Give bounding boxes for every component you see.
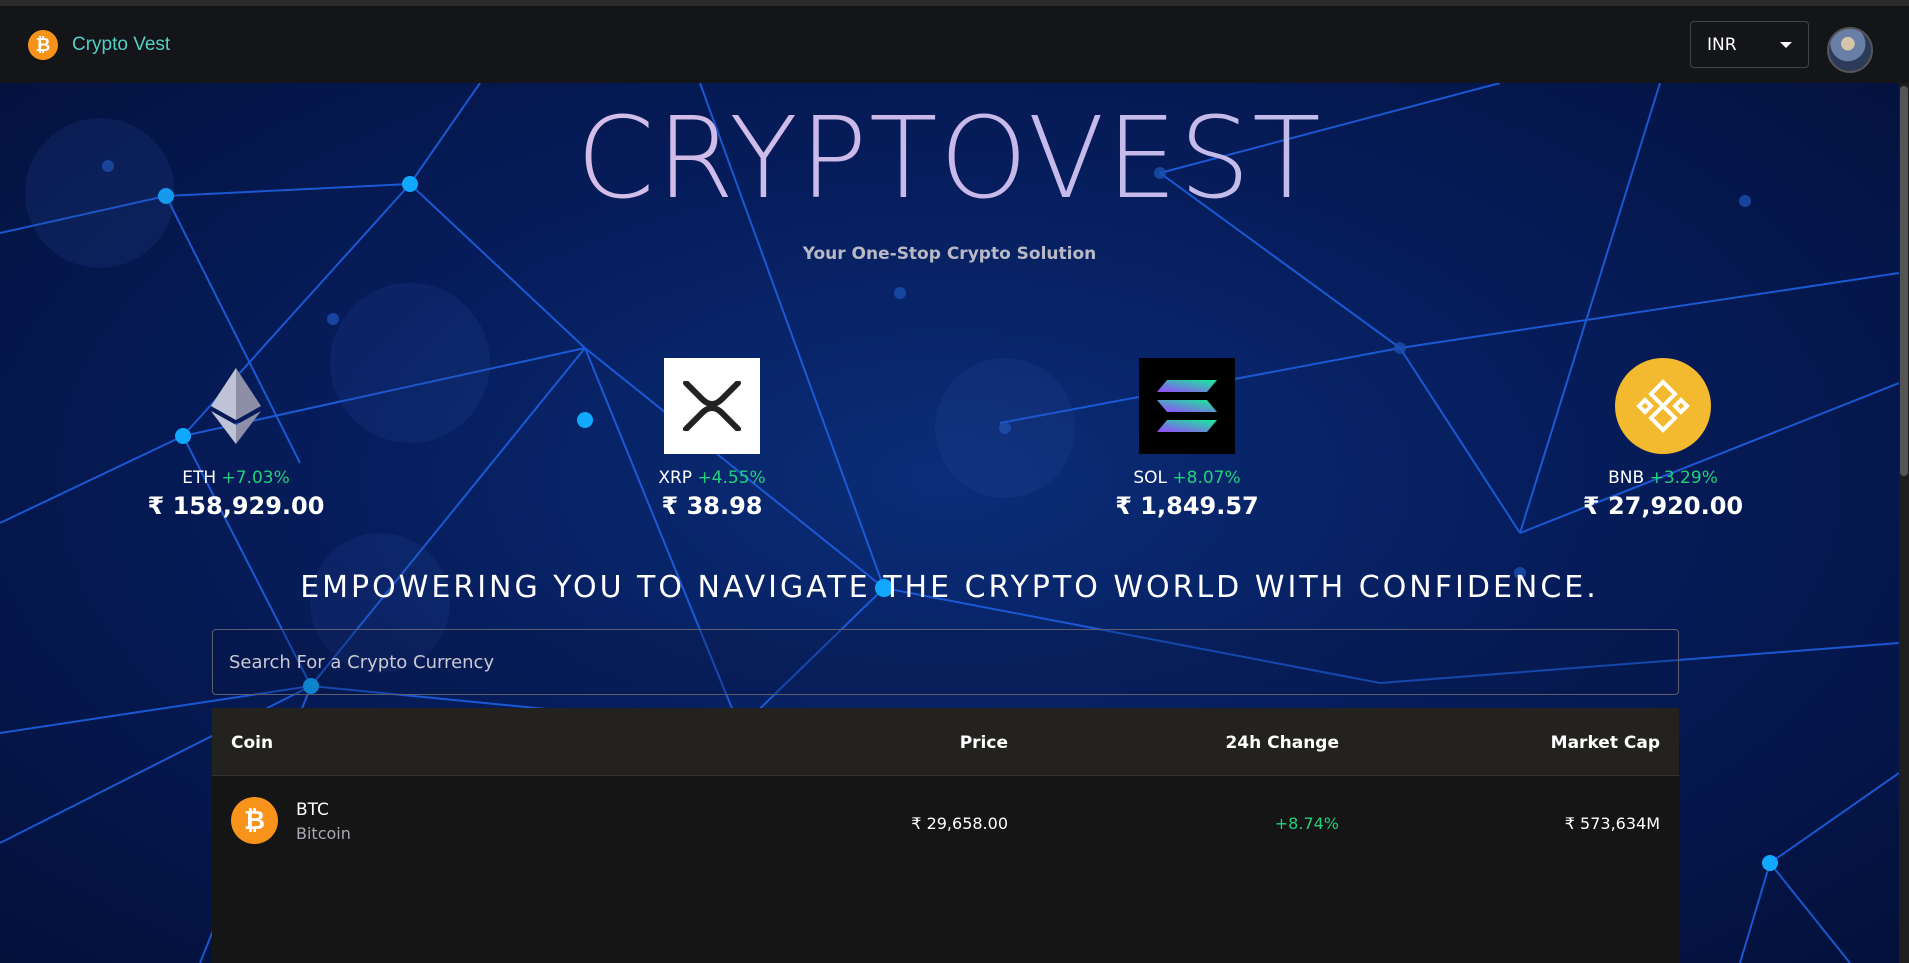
bnb-icon bbox=[1615, 358, 1711, 454]
currency-value: INR bbox=[1707, 34, 1737, 55]
user-avatar[interactable] bbox=[1827, 27, 1873, 73]
brand[interactable]: ₿ Crypto Vest bbox=[28, 30, 170, 60]
hero-subtitle: Your One-Stop Crypto Solution bbox=[802, 244, 1097, 264]
row-price: ₹ 29,658.00 bbox=[911, 814, 1008, 833]
coin-change: +4.55% bbox=[697, 468, 766, 488]
row-name: Bitcoin bbox=[296, 824, 351, 843]
coin-change: +3.29% bbox=[1649, 468, 1718, 488]
bitcoin-icon: ₿ bbox=[231, 797, 278, 844]
row-market-cap: ₹ 573,634M bbox=[1564, 814, 1660, 833]
chevron-down-icon bbox=[1780, 41, 1792, 48]
ethereum-icon bbox=[188, 358, 284, 454]
row-24h-change: +8.74% bbox=[1274, 814, 1339, 833]
app-header: ₿ Crypto Vest INR bbox=[0, 6, 1909, 83]
trending-coin-xrp[interactable]: XRP +4.55% ₹ 38.98 bbox=[602, 358, 822, 520]
column-header-coin[interactable]: Coin bbox=[231, 733, 273, 753]
scrollbar-thumb[interactable] bbox=[1900, 86, 1908, 476]
coin-change: +8.07% bbox=[1172, 468, 1241, 488]
coin-price: ₹ 27,920.00 bbox=[1582, 492, 1744, 520]
bitcoin-icon: ₿ bbox=[28, 30, 58, 60]
currency-select[interactable]: INR bbox=[1690, 21, 1809, 68]
table-row[interactable]: ₿ BTC Bitcoin ₹ 29,658.00 +8.74% ₹ 573,6… bbox=[212, 776, 1679, 874]
trending-coin-sol[interactable]: SOL +8.07% ₹ 1,849.57 bbox=[1077, 358, 1297, 520]
trending-coin-bnb[interactable]: BNB +3.29% ₹ 27,920.00 bbox=[1553, 358, 1773, 520]
brand-name: Crypto Vest bbox=[72, 34, 171, 55]
coin-change: +7.03% bbox=[221, 468, 290, 488]
column-header-24h-change[interactable]: 24h Change bbox=[1225, 733, 1339, 753]
xrp-icon bbox=[664, 358, 760, 454]
coin-symbol: ETH bbox=[182, 468, 217, 488]
coin-price: ₹ 1,849.57 bbox=[1115, 492, 1259, 520]
row-symbol: BTC bbox=[296, 800, 329, 820]
coin-price: ₹ 158,929.00 bbox=[147, 492, 325, 520]
solana-icon bbox=[1139, 358, 1235, 454]
hero-tagline: EMPOWERING YOU TO NAVIGATE THE CRYPTO WO… bbox=[300, 570, 1599, 605]
coin-table: Coin Price 24h Change Market Cap ₿ BTC B… bbox=[212, 708, 1679, 963]
column-header-market-cap[interactable]: Market Cap bbox=[1551, 733, 1660, 753]
column-header-price[interactable]: Price bbox=[960, 733, 1008, 753]
hero-title: CRYPTOVEST bbox=[0, 94, 1899, 224]
search-input[interactable] bbox=[212, 629, 1679, 695]
coin-symbol: SOL bbox=[1133, 468, 1167, 488]
coin-price: ₹ 38.98 bbox=[661, 492, 763, 520]
table-header: Coin Price 24h Change Market Cap bbox=[212, 708, 1679, 776]
coin-symbol: BNB bbox=[1608, 468, 1645, 488]
coin-symbol: XRP bbox=[658, 468, 693, 488]
trending-coin-eth[interactable]: ETH +7.03% ₹ 158,929.00 bbox=[126, 358, 346, 520]
